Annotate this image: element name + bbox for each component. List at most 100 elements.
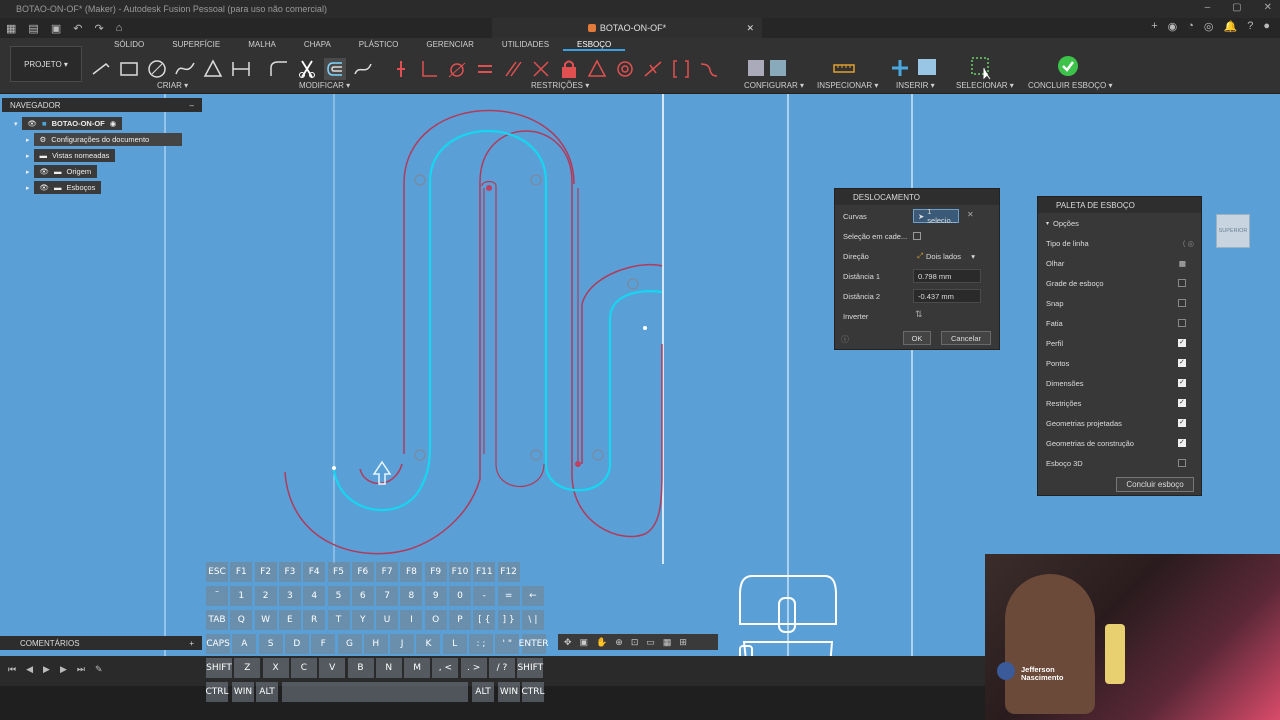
expand-icon[interactable]: ▸ xyxy=(26,184,30,192)
info-icon[interactable]: ⓘ xyxy=(841,334,849,345)
rectangle-icon[interactable] xyxy=(118,58,140,80)
tab-plastico[interactable]: PLÁSTICO xyxy=(345,40,413,51)
collapse-icon[interactable]: – xyxy=(190,101,194,110)
concentric-icon[interactable] xyxy=(614,58,636,80)
construction-checkbox[interactable] xyxy=(1178,438,1186,447)
slice-checkbox[interactable] xyxy=(1178,319,1186,327)
extensions-icon[interactable]: ◉ xyxy=(1168,20,1178,33)
cancel-button[interactable]: Cancelar xyxy=(941,331,991,345)
minimize-icon[interactable]: – xyxy=(1205,2,1211,13)
tab-superficie[interactable]: SUPERFÍCIE xyxy=(158,40,234,51)
display-settings-icon[interactable]: ▭ xyxy=(646,637,655,648)
spline-icon[interactable] xyxy=(174,58,196,80)
tab-solido[interactable]: SÓLIDO xyxy=(100,40,158,51)
pan-hand-icon[interactable]: ✋ xyxy=(596,637,607,648)
dimensions-checkbox[interactable] xyxy=(1178,378,1186,387)
inserir-menu[interactable]: INSERIR ▾ xyxy=(896,81,935,90)
curvature-icon[interactable] xyxy=(698,58,720,80)
undo-icon[interactable]: ↶ xyxy=(73,22,82,35)
go-to-end-icon[interactable]: ⏭ xyxy=(77,664,85,675)
expand-icon[interactable]: ▸ xyxy=(26,168,30,176)
zoom-icon[interactable]: ⊕ xyxy=(615,637,623,648)
calendar-look-icon[interactable]: ▦ xyxy=(1179,259,1186,268)
fit-icon[interactable]: ⊡ xyxy=(631,637,639,648)
tab-esboco[interactable]: ESBOÇO xyxy=(563,40,626,51)
smooth-icon[interactable] xyxy=(670,58,692,80)
linetype-icon[interactable]: ⟨ ◎ xyxy=(1182,239,1194,248)
tab-gerenciar[interactable]: GERENCIAR xyxy=(412,40,488,51)
tree-item-settings[interactable]: ▸ ⚙ Configurações do documento xyxy=(26,133,182,146)
step-forward-icon[interactable]: ▶ xyxy=(60,664,67,675)
dimension-icon[interactable] xyxy=(230,58,252,80)
select-icon[interactable] xyxy=(970,56,994,80)
finish-sketch-button[interactable]: Concluir esboço xyxy=(1116,477,1194,492)
perpendicular-icon[interactable] xyxy=(418,58,440,80)
step-back-icon[interactable]: ◀ xyxy=(26,664,33,675)
midpoint-icon[interactable] xyxy=(642,58,664,80)
redo-icon[interactable]: ↷ xyxy=(94,22,103,35)
activate-icon[interactable]: ◉ xyxy=(110,119,117,128)
offset-icon[interactable] xyxy=(324,58,346,80)
distance-2-input[interactable]: -0.437 mm xyxy=(913,289,981,303)
clear-selection-icon[interactable]: ✕ xyxy=(967,210,974,219)
timeline-sketch-icon[interactable]: ✎ xyxy=(95,664,103,675)
fix-lock-icon[interactable] xyxy=(558,58,580,80)
measure-icon[interactable] xyxy=(832,56,856,80)
symmetry-icon[interactable] xyxy=(586,58,608,80)
chain-selection-checkbox[interactable] xyxy=(913,232,921,240)
job-status-icon[interactable]: ◔ xyxy=(1187,20,1194,33)
tab-chapa[interactable]: CHAPA xyxy=(290,40,345,51)
sketch-palette-title[interactable]: PALETA DE ESBOÇO xyxy=(1038,197,1201,213)
direction-dropdown[interactable]: ⤢ Dois lados ▾ xyxy=(913,249,979,263)
look-at-icon[interactable]: ▣ xyxy=(580,637,589,648)
apps-grid-icon[interactable]: ▦ xyxy=(6,22,16,35)
orbit-icon[interactable]: ✥ xyxy=(564,637,572,648)
modificar-menu[interactable]: MODIFICAR ▾ xyxy=(299,81,350,90)
tab-utilidades[interactable]: UTILIDADES xyxy=(488,40,563,51)
expand-icon[interactable]: ▸ xyxy=(26,152,30,160)
equal-icon[interactable] xyxy=(474,58,496,80)
3d-sketch-checkbox[interactable] xyxy=(1178,459,1186,467)
insert-icon[interactable] xyxy=(890,56,940,80)
criar-menu[interactable]: CRIAR ▾ xyxy=(157,81,188,90)
tree-item-origin[interactable]: ▸ 👁 ▬ Origem xyxy=(26,165,98,178)
browser-panel-header[interactable]: NAVEGADOR – xyxy=(2,98,202,112)
close-icon[interactable]: ✕ xyxy=(1264,2,1272,13)
concluir-esboco-menu[interactable]: CONCLUIR ESBOÇO ▾ xyxy=(1028,81,1112,90)
profile-checkbox[interactable] xyxy=(1178,338,1186,347)
go-to-start-icon[interactable]: ⏮ xyxy=(8,664,16,675)
file-icon[interactable]: ▤ xyxy=(28,22,38,35)
parallel-icon[interactable] xyxy=(502,58,524,80)
inspecionar-menu[interactable]: INSPECIONAR ▾ xyxy=(817,81,878,90)
configurar-icon[interactable] xyxy=(746,56,790,80)
configurar-menu[interactable]: CONFIGURAR ▾ xyxy=(744,81,804,90)
finish-sketch-check-icon[interactable] xyxy=(1056,54,1080,78)
tab-close-icon[interactable]: ✕ xyxy=(746,23,754,34)
line-icon[interactable] xyxy=(90,58,112,80)
eye-icon[interactable]: 👁 xyxy=(40,167,50,176)
offset-dialog-title[interactable]: DESLOCAMENTO xyxy=(835,189,999,205)
circle-icon[interactable] xyxy=(146,58,168,80)
avatar[interactable]: ● xyxy=(1263,20,1270,33)
options-section[interactable]: ▾ Opções xyxy=(1046,217,1196,229)
projected-checkbox[interactable] xyxy=(1178,418,1186,427)
eye-icon[interactable]: 👁 xyxy=(40,183,50,192)
maximize-icon[interactable]: ▢ xyxy=(1232,2,1241,13)
constraints-checkbox[interactable] xyxy=(1178,398,1186,407)
distance-1-input[interactable]: 0.798 mm xyxy=(913,269,981,283)
triangle-icon[interactable] xyxy=(202,58,224,80)
notifications-icon[interactable]: 🔔 xyxy=(1224,20,1238,33)
grid-settings-icon[interactable]: ▦ xyxy=(663,637,672,648)
view-cube[interactable]: SUPERIOR xyxy=(1216,214,1250,248)
grid-checkbox[interactable] xyxy=(1178,279,1186,287)
projeto-button[interactable]: PROJETO ▾ xyxy=(10,46,82,82)
tab-malha[interactable]: MALHA xyxy=(234,40,290,51)
ok-button[interactable]: OK xyxy=(903,331,931,345)
points-checkbox[interactable] xyxy=(1178,358,1186,367)
viewports-icon[interactable]: ⊞ xyxy=(679,637,687,648)
comments-panel[interactable]: COMENTÁRIOS + xyxy=(0,636,202,650)
online-icon[interactable]: ◎ xyxy=(1204,20,1214,33)
curves-selection-field[interactable]: ➤ 1 selecio... xyxy=(913,207,959,225)
play-icon[interactable]: ▶ xyxy=(43,664,50,675)
collinear-icon[interactable] xyxy=(530,58,552,80)
